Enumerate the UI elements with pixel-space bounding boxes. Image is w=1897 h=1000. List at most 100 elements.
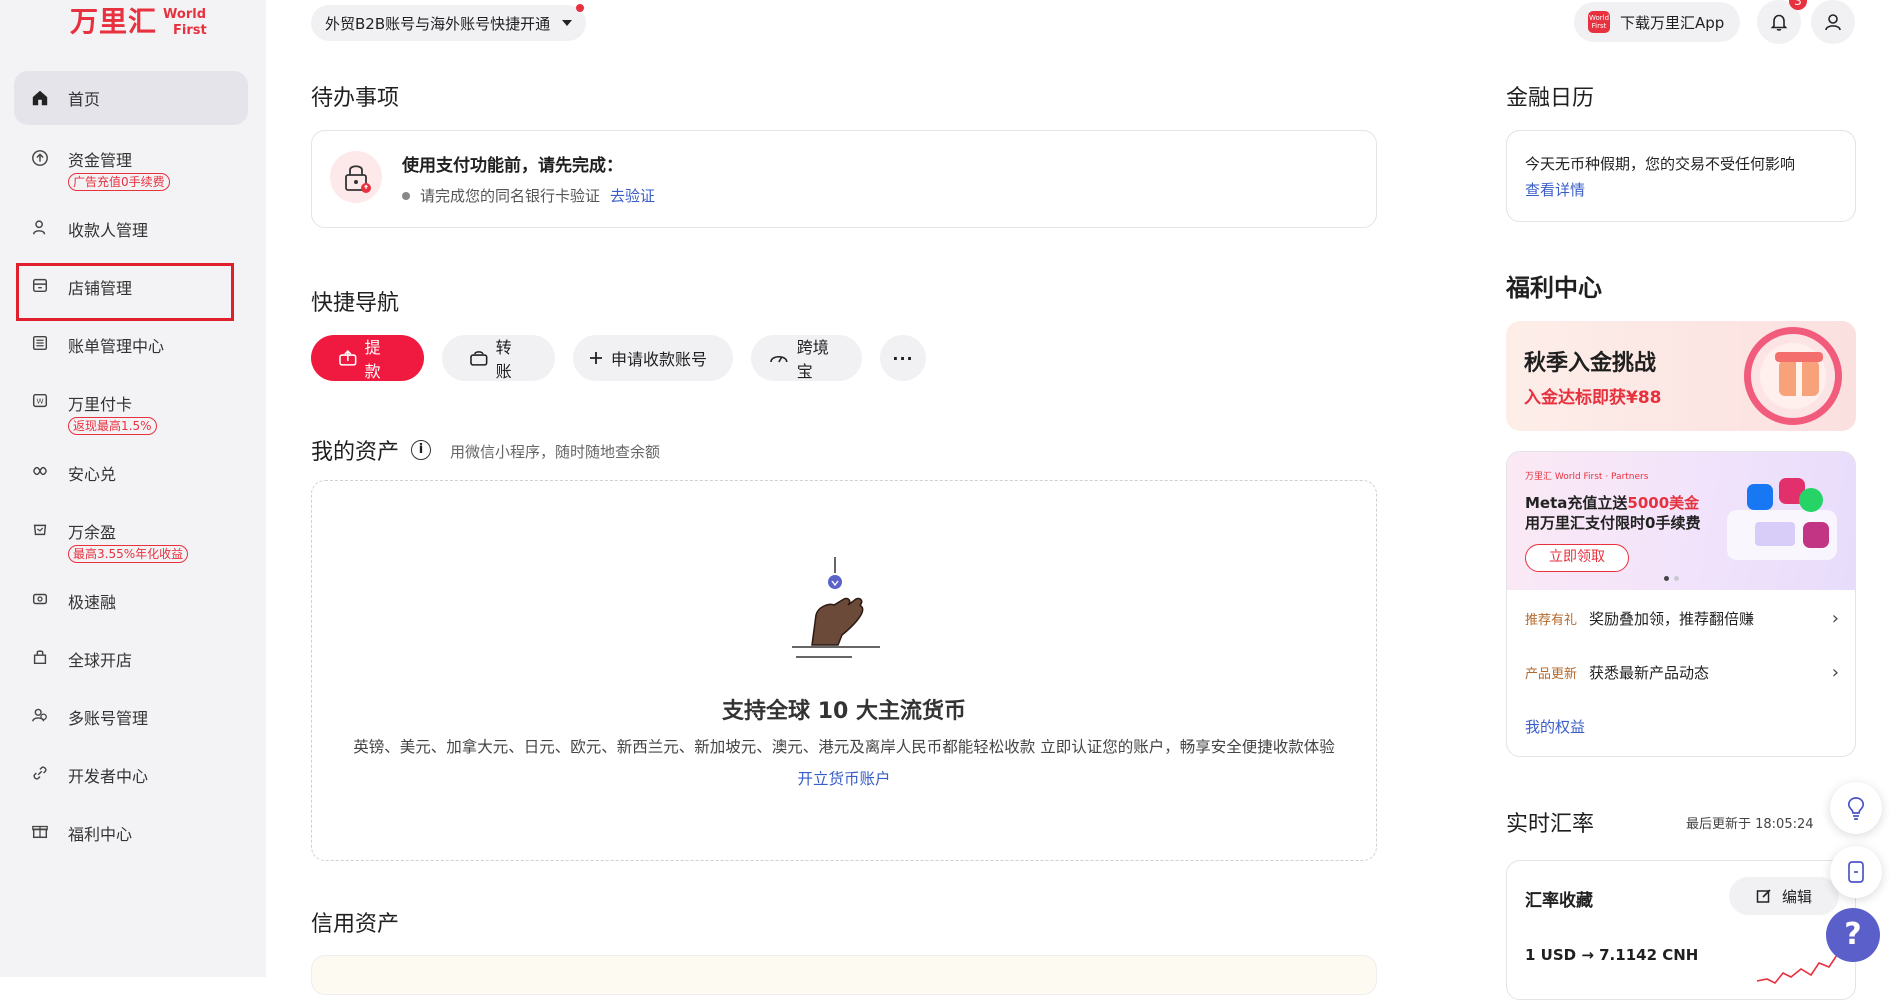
referral-row[interactable]: 推荐有礼 奖励叠加领，推荐翻倍赚 ›: [1525, 608, 1845, 629]
card-icon: W: [30, 391, 50, 411]
todo-heading: 使用支付功能前，请先完成：: [402, 156, 623, 176]
logo-en-line2: First: [173, 23, 207, 38]
sidebar-item-payees[interactable]: 收款人管理: [14, 217, 248, 255]
todo-task-text: 请完成您的同名银行卡验证: [420, 187, 601, 205]
edit-rates-button[interactable]: 编辑: [1729, 877, 1839, 915]
sidebar-item-label: 极速融: [68, 593, 117, 612]
rate-pair: 1 USD → 7.1142 CNH: [1525, 946, 1698, 964]
tips-button[interactable]: [1830, 782, 1882, 834]
carousel-dot[interactable]: [1674, 576, 1679, 581]
apply-account-button[interactable]: 申请收款账号: [573, 335, 733, 381]
sidebar-item-label: 首页: [68, 90, 101, 109]
exchange-icon: [30, 461, 50, 481]
social-apps-illustration: [1727, 478, 1837, 560]
assets-empty-desc: 英镑、美元、加拿大元、日元、欧元、新西兰元、新加坡元、澳元、港元及离岸人民币都能…: [353, 738, 1335, 756]
financing-icon: [30, 589, 50, 609]
sidebar-item-savings[interactable]: 万余盈 最高3.55%年化收益: [14, 519, 248, 569]
assets-empty-card: 支持全球 10 大主流货币 英镑、美元、加拿大元、日元、欧元、新西兰元、新加坡元…: [311, 480, 1377, 861]
sidebar-item-label: 账单管理中心: [68, 337, 165, 356]
promo-badge: 返现最高1.5%: [68, 417, 157, 435]
profile-button[interactable]: [1811, 0, 1855, 44]
arrow-up-circle-icon: [30, 148, 50, 168]
product-update-row[interactable]: 产品更新 获悉最新产品动态 ›: [1525, 662, 1845, 683]
promo-tag: 产品更新: [1525, 667, 1578, 682]
gift-box-icon: [1775, 352, 1823, 396]
rate-from: 1 USD: [1525, 946, 1577, 964]
bell-icon: [1770, 14, 1788, 31]
claim-now-button[interactable]: 立即领取: [1525, 544, 1629, 572]
list-icon: [30, 333, 50, 353]
open-currency-account-link[interactable]: 开立货币账户: [312, 767, 1376, 789]
kuajingbao-button[interactable]: 跨境宝: [751, 335, 862, 381]
apply-account-label: 申请收款账号: [611, 350, 708, 369]
logo[interactable]: 万里汇 World First: [70, 6, 207, 38]
user-icon: [1825, 14, 1841, 31]
chevron-right-icon: ›: [1831, 608, 1839, 629]
more-button[interactable]: ···: [880, 335, 926, 381]
carousel-dots[interactable]: [1664, 576, 1679, 581]
sidebar-item-welfare[interactable]: 福利中心: [14, 821, 248, 859]
bullet-dot: [402, 191, 410, 200]
promo-badge: 最高3.55%年化收益: [68, 545, 189, 563]
promo-carousel[interactable]: 万里汇 World First · Partners Meta充值立送5000美…: [1507, 452, 1855, 590]
account-selector[interactable]: 外贸B2B账号与海外账号快捷开通: [311, 4, 587, 41]
withdraw-label: 提款: [364, 338, 381, 381]
kuajingbao-label: 跨境宝: [796, 338, 829, 381]
promo-brands: 万里汇 World First · Partners: [1525, 472, 1649, 482]
todo-card: 使用支付功能前，请先完成： 请完成您的同名银行卡验证 去验证: [311, 130, 1377, 228]
credit-card: [311, 955, 1377, 995]
account-selector-label: 外贸B2B账号与海外账号快捷开通: [325, 14, 551, 33]
progress-ring: [1744, 327, 1842, 425]
promo-card: 万里汇 World First · Partners Meta充值立送5000美…: [1506, 451, 1856, 757]
notification-count: 3: [1789, 0, 1807, 10]
lightbulb-icon: [1847, 797, 1865, 820]
promo-row-text: 奖励叠加领，推荐翻倍赚: [1589, 610, 1755, 628]
calendar-details-link[interactable]: 查看详情: [1525, 179, 1585, 200]
carousel-dot[interactable]: [1664, 576, 1669, 581]
credit-title: 信用资产: [311, 912, 400, 937]
sidebar-item-home[interactable]: 首页: [14, 71, 248, 125]
logo-cn: 万里汇: [70, 5, 158, 38]
sidebar-item-bills[interactable]: 账单管理中心: [14, 333, 248, 371]
shop-bag-icon: [30, 647, 50, 667]
assets-hint: 用微信小程序，随时随地查余额: [450, 443, 661, 461]
calendar-card: 今天无币种假期，您的交易不受任何影响 查看详情: [1506, 130, 1856, 222]
withdraw-icon: [339, 350, 357, 366]
hand-coin-illustration: [792, 557, 880, 658]
sidebar-item-developer[interactable]: 开发者中心: [14, 763, 248, 801]
sidebar-item-label: 资金管理: [68, 151, 133, 170]
download-app-button[interactable]: World First 下载万里汇App: [1574, 2, 1740, 42]
logo-en-line1: World: [163, 7, 206, 22]
info-icon[interactable]: i: [411, 440, 431, 460]
notification-dot: [576, 4, 585, 12]
gift-icon: [30, 821, 50, 841]
transfer-button[interactable]: 转账: [442, 335, 555, 381]
todo-title: 待办事项: [311, 86, 400, 111]
main-content: 外贸B2B账号与海外账号快捷开通 World First 下载万里汇App 3 …: [266, 0, 1897, 1000]
withdraw-button[interactable]: 提款: [311, 335, 424, 381]
rates-favorites-title: 汇率收藏: [1525, 891, 1593, 911]
autumn-challenge-banner[interactable]: 秋季入金挑战 入金达标即获¥88: [1506, 321, 1856, 431]
sidebar-item-multi-account[interactable]: 多账号管理: [14, 705, 248, 743]
app-logo-icon: World First: [1588, 11, 1610, 33]
mobile-button[interactable]: [1830, 846, 1882, 898]
sidebar-item-card[interactable]: W 万里付卡 返现最高1.5%: [14, 391, 248, 441]
sidebar-item-exchange[interactable]: 安心兑: [14, 461, 248, 499]
savings-icon: [30, 519, 50, 539]
plus-icon: [590, 352, 602, 364]
edit-icon: [1756, 889, 1771, 903]
help-button[interactable]: ?: [1826, 908, 1880, 962]
arrow-right-icon: →: [1581, 946, 1600, 964]
my-benefits-link[interactable]: 我的权益: [1525, 716, 1585, 737]
welfare-title: 福利中心: [1506, 274, 1602, 302]
sidebar-item-global-store[interactable]: 全球开店: [14, 647, 248, 685]
todo-task: 请完成您的同名银行卡验证 去验证: [402, 185, 655, 206]
verify-link[interactable]: 去验证: [610, 185, 655, 206]
edit-label: 编辑: [1781, 887, 1812, 906]
notifications-button[interactable]: 3: [1757, 0, 1807, 44]
assets-title: 我的资产: [311, 440, 400, 465]
sidebar-item-funds[interactable]: 资金管理 广告充值0手续费: [14, 147, 248, 197]
promo-line1: Meta充值立送5000美金: [1525, 492, 1699, 513]
sidebar-item-label: 万里付卡: [68, 395, 133, 414]
sidebar-item-financing[interactable]: 极速融: [14, 589, 248, 627]
